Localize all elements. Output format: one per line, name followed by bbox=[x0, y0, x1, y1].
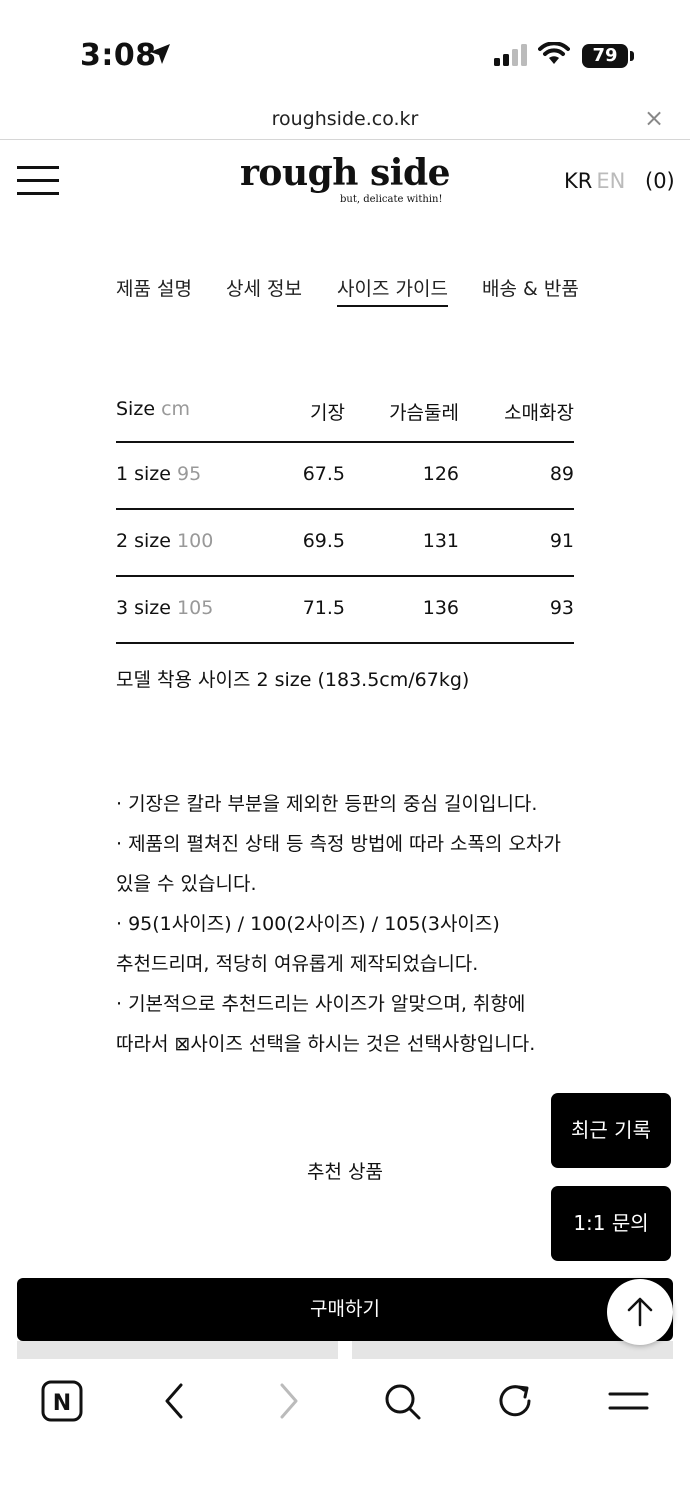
browser-toolbar: N bbox=[0, 1359, 690, 1500]
search-icon bbox=[385, 1384, 421, 1420]
header-size: Size cm bbox=[116, 398, 191, 420]
row-size: 1 size 95 bbox=[116, 463, 202, 485]
battery-tip bbox=[630, 51, 634, 61]
row-sleeve: 89 bbox=[549, 463, 574, 485]
inquiry-button[interactable]: 1:1 문의 bbox=[551, 1186, 671, 1261]
tab-details[interactable]: 상세 정보 bbox=[226, 274, 302, 301]
header-sleeve: 소매화장 bbox=[504, 402, 574, 424]
note-line: · 기본적으로 추천드리는 사이즈가 알맞으며, 취향에 bbox=[116, 993, 526, 1015]
row-size: 3 size 105 bbox=[116, 597, 214, 619]
row-sleeve: 91 bbox=[549, 530, 574, 552]
buy-button[interactable]: 구매하기 bbox=[17, 1278, 673, 1341]
svg-text:N: N bbox=[53, 1391, 71, 1416]
chevron-right-icon bbox=[280, 1383, 298, 1419]
table-row: 3 size 105 71.5 136 93 bbox=[116, 577, 574, 644]
note-line: 추천드리며, 적당히 여유롭게 제작되었습니다. bbox=[116, 953, 479, 975]
table-row: 2 size 100 69.5 131 91 bbox=[116, 510, 574, 577]
menu-icon bbox=[608, 1392, 649, 1410]
recent-history-button[interactable]: 최근 기록 bbox=[551, 1093, 671, 1168]
header-length: 기장 bbox=[310, 402, 345, 424]
wifi-icon bbox=[538, 42, 570, 64]
arrow-up-icon bbox=[627, 1297, 653, 1327]
model-size-note: 모델 착용 사이즈 2 size (183.5cm/67kg) bbox=[116, 669, 470, 691]
search-button[interactable] bbox=[380, 1379, 428, 1427]
note-line: · 95(1사이즈) / 100(2사이즈) / 105(3사이즈) bbox=[116, 913, 500, 935]
cellular-signal-icon bbox=[494, 44, 527, 66]
row-chest: 126 bbox=[422, 463, 459, 485]
reload-icon bbox=[499, 1385, 531, 1417]
home-button[interactable]: N bbox=[40, 1379, 88, 1427]
table-row: 1 size 95 67.5 126 89 bbox=[116, 443, 574, 510]
forward-button[interactable] bbox=[268, 1379, 316, 1427]
note-line: 있을 수 있습니다. bbox=[116, 873, 257, 895]
size-table-header: Size cm 기장 가슴둘레 소매화장 bbox=[116, 386, 574, 443]
tab-shipping-returns[interactable]: 배송 & 반품 bbox=[482, 274, 579, 301]
naver-home-icon: N bbox=[41, 1380, 83, 1422]
note-line: · 기장은 칼라 부분을 제외한 등판의 중심 길이입니다. bbox=[116, 793, 538, 815]
note-line: 따라서 ⊠사이즈 선택을 하시는 것은 선택사항입니다. bbox=[116, 1033, 536, 1055]
header-chest: 가슴둘레 bbox=[389, 402, 459, 424]
note-line: · 제품의 펼쳐진 상태 등 측정 방법에 따라 소폭의 오차가 bbox=[116, 833, 561, 855]
size-notes: · 기장은 칼라 부분을 제외한 등판의 중심 길이입니다. · 제품의 펼쳐진… bbox=[116, 784, 561, 1064]
product-thumbnail[interactable] bbox=[17, 1341, 338, 1359]
location-arrow-icon bbox=[150, 44, 170, 64]
row-size: 2 size 100 bbox=[116, 530, 214, 552]
cart-count[interactable]: (0) bbox=[645, 169, 675, 193]
row-length: 71.5 bbox=[302, 597, 345, 619]
row-length: 67.5 bbox=[302, 463, 345, 485]
url-text[interactable]: roughside.co.kr bbox=[0, 108, 690, 130]
chevron-left-icon bbox=[165, 1383, 183, 1419]
status-bar: 3:08 79 bbox=[0, 0, 690, 100]
row-length: 69.5 bbox=[302, 530, 345, 552]
row-chest: 136 bbox=[422, 597, 459, 619]
logo-tagline: but, delicate within! bbox=[340, 194, 443, 205]
language-switch[interactable]: KR EN bbox=[564, 169, 625, 193]
status-time: 3:08 bbox=[80, 38, 157, 73]
menu-button[interactable] bbox=[607, 1379, 655, 1427]
tab-size-guide[interactable]: 사이즈 가이드 bbox=[337, 274, 448, 307]
lang-kr[interactable]: KR bbox=[564, 169, 592, 193]
battery-indicator: 79 bbox=[582, 44, 628, 68]
back-button[interactable] bbox=[155, 1379, 203, 1427]
scroll-top-button[interactable] bbox=[607, 1279, 673, 1345]
row-sleeve: 93 bbox=[549, 597, 574, 619]
close-icon[interactable]: × bbox=[644, 104, 664, 132]
lang-en[interactable]: EN bbox=[596, 169, 625, 193]
tab-description[interactable]: 제품 설명 bbox=[116, 274, 192, 301]
size-table: Size cm 기장 가슴둘레 소매화장 1 size 95 67.5 126 … bbox=[116, 386, 574, 644]
row-chest: 131 bbox=[422, 530, 459, 552]
browser-url-bar[interactable]: roughside.co.kr × bbox=[0, 100, 690, 140]
reload-button[interactable] bbox=[494, 1379, 542, 1427]
